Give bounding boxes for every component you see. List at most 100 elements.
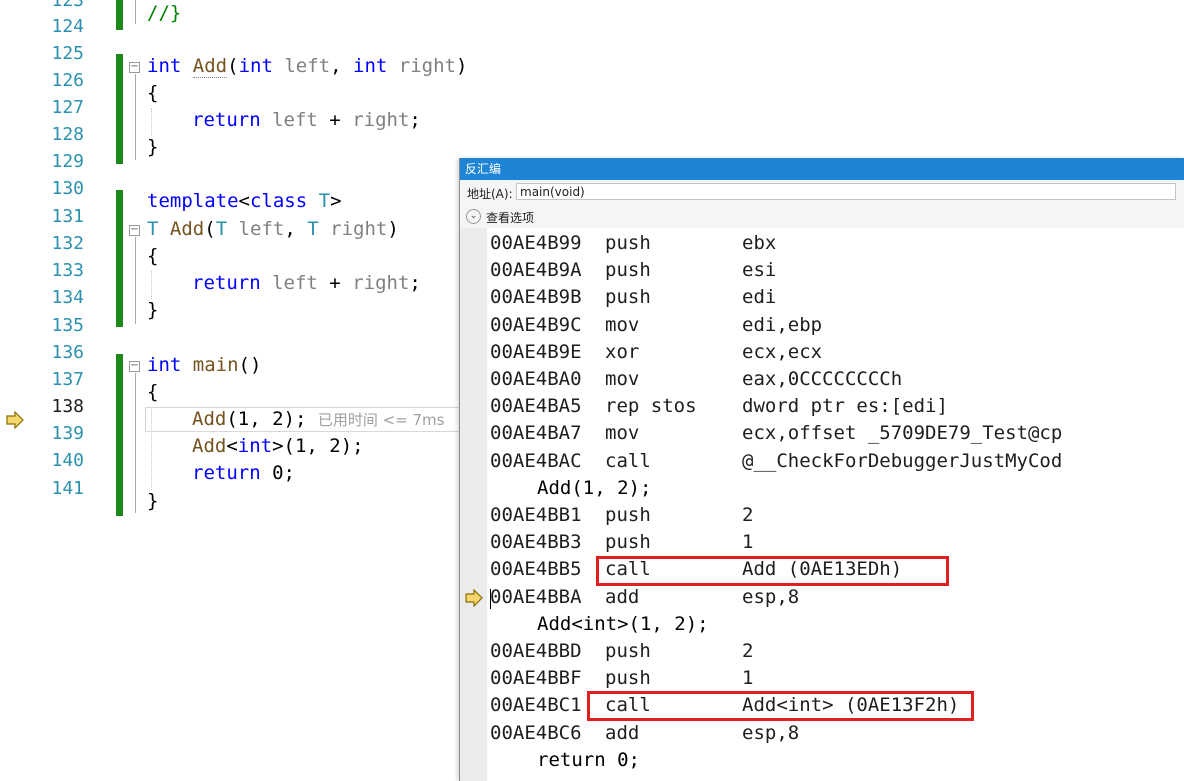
- line-number: 136: [51, 342, 84, 363]
- operands: eax,0CCCCCCCCh: [742, 368, 903, 390]
- collapse-icon[interactable]: −: [129, 225, 140, 236]
- operands: esi: [742, 259, 777, 282]
- keyword: int: [147, 55, 182, 77]
- mnemonic: push: [605, 504, 651, 526]
- param: left: [238, 218, 285, 240]
- address: 00AE4BA0: [490, 368, 582, 390]
- address: 00AE4BA5: [490, 395, 582, 418]
- code-line[interactable]: //}: [147, 0, 181, 27]
- type-param: T: [307, 218, 319, 240]
- function-name: Add: [192, 408, 227, 430]
- line-number: 140: [51, 450, 84, 471]
- keyword: class: [249, 190, 308, 212]
- address: 00AE4BBF: [490, 667, 582, 690]
- source-line[interactable]: Add(1, 2);: [537, 475, 651, 502]
- keyword: return: [192, 272, 261, 294]
- operands: edi,ebp: [742, 313, 823, 336]
- disassembly-window[interactable]: 反汇编 地址(A): main(void) ⌄ 查看选项 00AE4B99 pus…: [459, 158, 1184, 781]
- code-line[interactable]: return 0;: [192, 460, 295, 487]
- address: 00AE4BBA: [490, 585, 582, 608]
- line-number: 134: [51, 287, 84, 308]
- operands: esp,8: [742, 585, 800, 608]
- highlight-box: [596, 556, 949, 586]
- address: 00AE4B99: [490, 232, 582, 254]
- change-bar: [116, 54, 123, 164]
- address: 00AE4B9A: [490, 259, 582, 282]
- mnemonic: mov: [605, 368, 640, 390]
- param: left: [284, 55, 331, 77]
- address: 00AE4BBD: [490, 640, 582, 662]
- code-line[interactable]: }: [147, 134, 158, 161]
- mnemonic: call: [605, 449, 651, 472]
- code-line[interactable]: return left + right;: [192, 107, 421, 134]
- code-line[interactable]: Add<int>(1, 2);: [192, 433, 364, 460]
- mnemonic: push: [605, 640, 651, 662]
- address: 00AE4B9C: [490, 313, 582, 336]
- view-options-label: 查看选项: [486, 211, 535, 225]
- mnemonic: push: [605, 286, 651, 309]
- line-number: 128: [51, 124, 84, 145]
- line-number: 124: [51, 16, 84, 37]
- function-name: Add: [192, 55, 228, 78]
- operands: ebx: [742, 232, 777, 254]
- mnemonic: mov: [605, 422, 640, 445]
- line-number: 139: [51, 423, 84, 444]
- operands: ecx,ecx: [742, 340, 823, 363]
- line-number: 132: [51, 233, 84, 254]
- param: left: [272, 109, 318, 131]
- operands: 1: [742, 531, 754, 554]
- code-line[interactable]: {: [147, 80, 158, 107]
- keyword: int: [238, 55, 273, 77]
- mnemonic: push: [605, 259, 651, 282]
- code-line[interactable]: return left + right;: [192, 270, 421, 297]
- address: 00AE4BAC: [490, 449, 582, 472]
- keyword: return: [192, 462, 261, 484]
- code-line[interactable]: {: [147, 379, 158, 406]
- code-line[interactable]: }: [147, 297, 158, 324]
- code-line[interactable]: }: [147, 488, 158, 515]
- collapse-icon[interactable]: −: [129, 361, 140, 372]
- address-bar: 地址(A): main(void): [460, 180, 1184, 204]
- code-line-current[interactable]: Add(1, 2); 已用时间 <= 7ms: [192, 406, 445, 434]
- function-name: main: [192, 354, 239, 376]
- mnemonic: add: [605, 721, 640, 744]
- keyword: int: [147, 354, 182, 376]
- address: 00AE4BC6: [490, 721, 582, 744]
- address: 00AE4BB5: [490, 558, 582, 581]
- source-line[interactable]: return 0;: [537, 747, 640, 774]
- type-param: T: [147, 218, 159, 240]
- mnemonic: push: [605, 232, 651, 254]
- address-input[interactable]: main(void): [516, 183, 1176, 200]
- code-line[interactable]: int Add(int left, int right): [147, 53, 467, 80]
- operands: esp,8: [742, 721, 800, 744]
- code-line[interactable]: template<class T>: [147, 188, 342, 215]
- keyword: return: [192, 109, 261, 131]
- view-options[interactable]: ⌄ 查看选项: [460, 204, 1184, 228]
- operands: 2: [742, 640, 754, 662]
- line-number: 137: [51, 369, 84, 390]
- code-line[interactable]: int main(): [147, 352, 261, 379]
- operands: @__CheckForDebuggerJustMyCod: [742, 449, 1063, 472]
- code-line[interactable]: {: [147, 243, 158, 270]
- mnemonic: mov: [605, 313, 640, 336]
- collapse-icon[interactable]: −: [129, 62, 140, 73]
- type-param: T: [318, 190, 331, 212]
- line-number: 138: [51, 396, 84, 417]
- indent-guide: [151, 271, 152, 299]
- address: 00AE4BB1: [490, 504, 582, 526]
- line-number: 123: [51, 0, 84, 11]
- chevron-down-icon[interactable]: ⌄: [466, 209, 481, 224]
- source-line[interactable]: Add<int>(1, 2);: [537, 611, 709, 638]
- indent-guide: [151, 108, 152, 136]
- line-number: 133: [51, 260, 84, 281]
- line-number: 125: [51, 43, 84, 64]
- operands: 2: [742, 504, 754, 526]
- mnemonic: push: [605, 667, 651, 690]
- disassembly-margin[interactable]: [460, 228, 487, 781]
- mnemonic: push: [605, 531, 651, 554]
- highlight-box: [587, 691, 974, 721]
- mnemonic: rep stos: [605, 395, 697, 418]
- param: right: [398, 55, 456, 77]
- code-line[interactable]: T Add(T left, T right): [147, 216, 399, 243]
- line-number: 135: [51, 315, 84, 336]
